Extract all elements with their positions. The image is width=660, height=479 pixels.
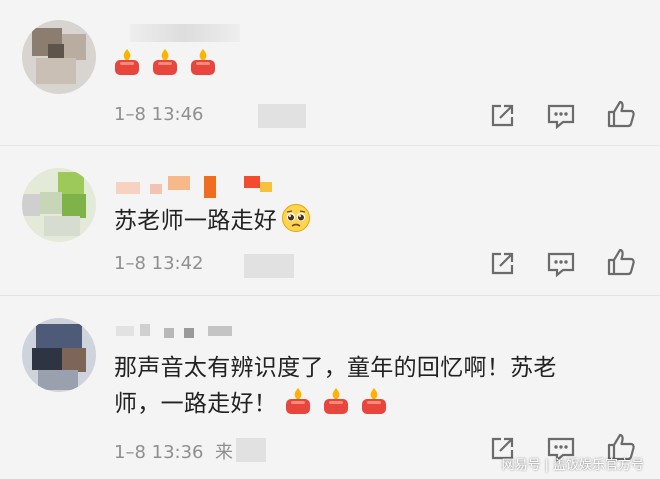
timestamp: 1–8 13:46 [114, 104, 204, 125]
candle-icon [191, 49, 215, 75]
comment-1: 1–8 13:46 [0, 0, 660, 145]
source-label: 来 [214, 442, 233, 463]
comment-text: 那声音太有辨识度了，童年的回忆啊！苏老 师，一路走好！ [114, 355, 557, 417]
candle-icon [323, 388, 348, 414]
location-blurred [236, 438, 266, 462]
share-icon[interactable] [487, 249, 517, 279]
avatar[interactable] [22, 20, 96, 94]
candle-icon [361, 388, 386, 414]
comment-icon[interactable] [546, 249, 576, 279]
like-icon[interactable] [606, 99, 636, 129]
username-blurred[interactable] [130, 24, 240, 42]
username-blurred[interactable] [116, 320, 236, 340]
comment-text: 苏老师一路走好 [114, 203, 311, 239]
pleading-face-emoji [282, 204, 311, 232]
candle-reactions [285, 388, 399, 417]
avatar[interactable] [22, 168, 96, 242]
watermark: 网易号 | 盖饭娱乐官方号 [501, 458, 644, 473]
comment-3: 那声音太有辨识度了，童年的回忆啊！苏老 师，一路走好！ 1–8 13:36 来 [0, 296, 660, 479]
avatar[interactable] [22, 318, 96, 392]
username-blurred[interactable] [116, 176, 276, 198]
comment-icon[interactable] [546, 101, 576, 131]
candle-icon [153, 49, 177, 75]
timestamp: 1–8 13:42 [114, 253, 204, 274]
candle-reactions [114, 48, 228, 88]
like-icon[interactable] [606, 247, 636, 277]
location-blurred [258, 104, 306, 128]
location-blurred [244, 254, 294, 278]
candle-icon [285, 388, 310, 414]
comment-2: 苏老师一路走好 1–8 13:42 [0, 146, 660, 295]
share-icon[interactable] [487, 101, 517, 131]
candle-icon [115, 49, 139, 75]
timestamp: 1–8 13:36 来 [114, 442, 233, 463]
